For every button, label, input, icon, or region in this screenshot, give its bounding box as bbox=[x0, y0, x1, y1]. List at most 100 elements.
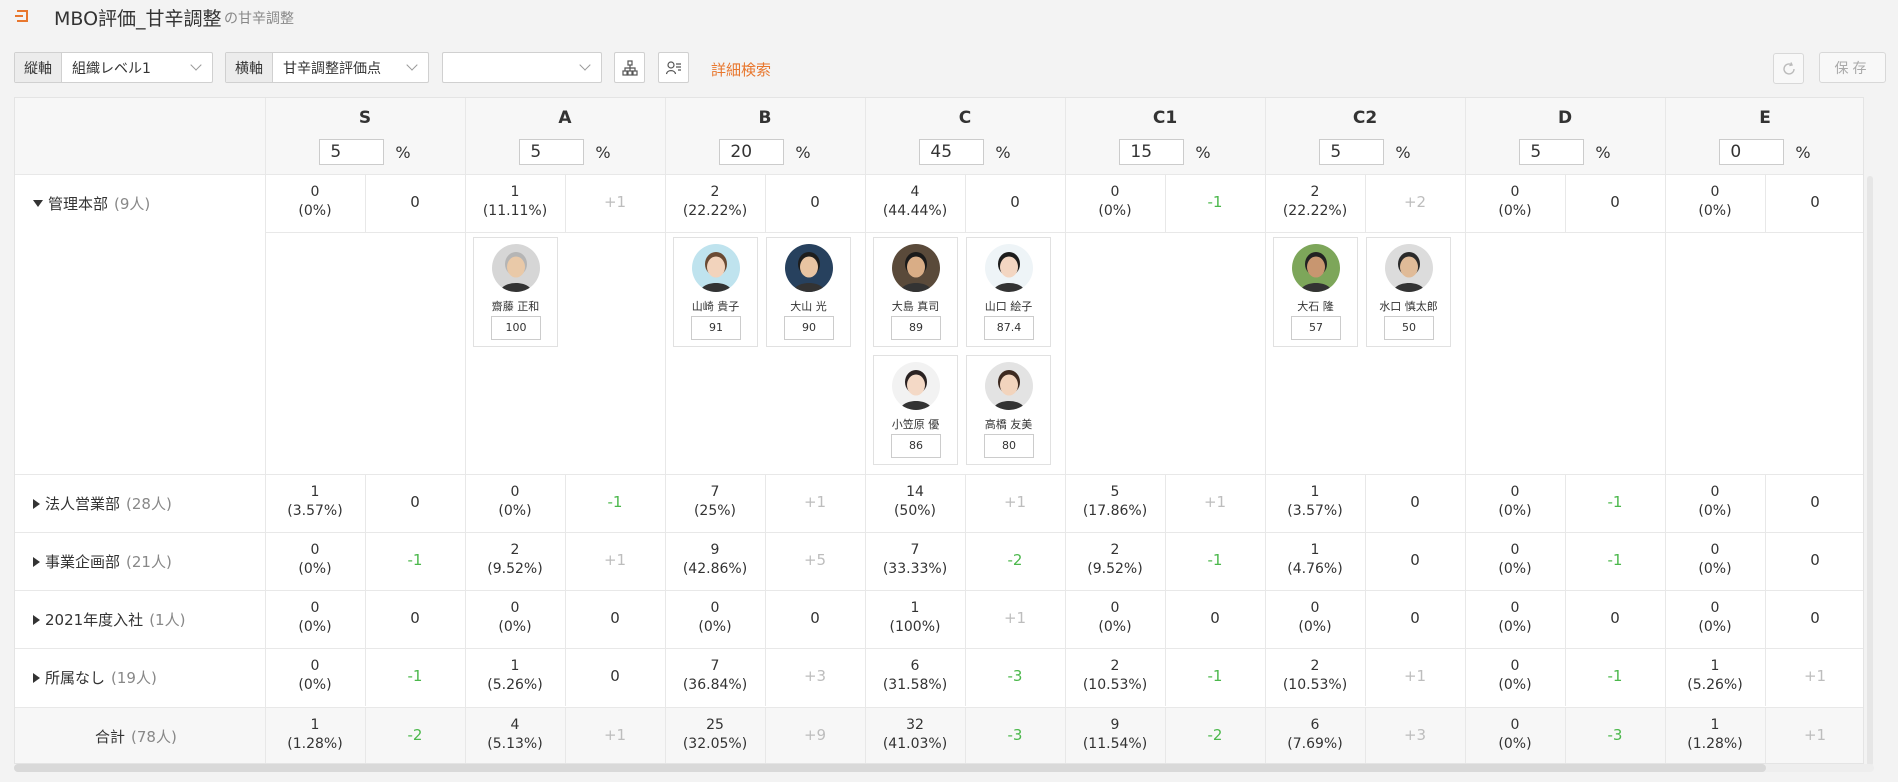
grade-count-percent: (0%) bbox=[1698, 203, 1732, 219]
employee-score[interactable]: 57 bbox=[1291, 316, 1341, 340]
employee-score[interactable]: 87.4 bbox=[984, 316, 1034, 340]
employee-card[interactable]: 大山 光 90 bbox=[766, 237, 851, 347]
grade-count: 4 (5.13%) bbox=[465, 716, 565, 754]
caret-right-icon[interactable] bbox=[33, 498, 40, 509]
row-divider bbox=[15, 707, 1863, 708]
percent-unit: % bbox=[595, 142, 611, 162]
employee-card[interactable]: 大石 隆 57 bbox=[1273, 237, 1358, 347]
total-row-label: 合計 (78人) bbox=[95, 726, 177, 747]
grade-count-value: 32 bbox=[906, 717, 924, 733]
user-list-button[interactable] bbox=[658, 52, 689, 83]
caret-right-icon[interactable] bbox=[33, 672, 40, 683]
org-name: 法人営業部 bbox=[45, 495, 121, 513]
grade-percent-input[interactable]: 5 bbox=[319, 139, 385, 165]
grade-percent-input[interactable]: 5 bbox=[1519, 139, 1585, 165]
grade-diff: +1 bbox=[603, 726, 627, 744]
grade-count-percent: (0%) bbox=[1298, 619, 1332, 635]
grade-count: 1 (5.26%) bbox=[465, 657, 565, 695]
grade-count-value: 6 bbox=[910, 658, 920, 674]
grade-count: 0 (0%) bbox=[1465, 657, 1565, 695]
grade-count-value: 0 bbox=[510, 484, 520, 500]
employee-card[interactable]: 水口 慎太郎 50 bbox=[1366, 237, 1451, 347]
grade-count-value: 2 bbox=[1310, 184, 1320, 200]
grade-count-value: 0 bbox=[1110, 600, 1120, 616]
org-row-label[interactable]: 管理本部 (9人) bbox=[33, 193, 150, 214]
grade-count: 0 (0%) bbox=[1065, 599, 1165, 637]
grade-count-percent: (0%) bbox=[1498, 619, 1532, 635]
row-divider bbox=[15, 174, 1863, 175]
employee-score[interactable]: 89 bbox=[891, 316, 941, 340]
grade-percent-input[interactable]: 5 bbox=[1319, 139, 1385, 165]
employee-card[interactable]: 山口 絵子 87.4 bbox=[966, 237, 1051, 347]
grade-count-percent: (31.58%) bbox=[882, 677, 948, 693]
grade-count: 0 (0%) bbox=[465, 599, 565, 637]
grade-percent-group: 0% bbox=[1665, 139, 1863, 165]
grade-count-value: 0 bbox=[1110, 184, 1120, 200]
employee-name: 小笠原 優 bbox=[891, 418, 940, 431]
grade-diff: 0 bbox=[410, 609, 420, 627]
grade-diff: -1 bbox=[407, 667, 423, 685]
caret-right-icon[interactable] bbox=[33, 556, 40, 567]
employee-score[interactable]: 50 bbox=[1384, 316, 1434, 340]
vertical-scrollbar[interactable] bbox=[1867, 176, 1873, 766]
grade-percent-input[interactable]: 5 bbox=[519, 139, 585, 165]
vertical-axis-label: 縦軸 bbox=[15, 53, 62, 82]
grade-diff: 0 bbox=[1810, 193, 1820, 211]
grade-diff: +3 bbox=[803, 667, 827, 685]
grade-count: 2 (22.22%) bbox=[665, 183, 765, 221]
row-divider bbox=[15, 648, 1863, 649]
org-chart-button[interactable] bbox=[614, 52, 645, 83]
refresh-button[interactable] bbox=[1773, 53, 1804, 84]
grade-diff: -2 bbox=[407, 726, 423, 744]
grade-count-value: 4 bbox=[510, 717, 520, 733]
employee-score[interactable]: 90 bbox=[784, 316, 834, 340]
org-name: 管理本部 bbox=[48, 195, 109, 213]
grade-count-percent: (0%) bbox=[698, 619, 732, 635]
advanced-search-link[interactable]: 詳細検索 bbox=[711, 59, 771, 80]
grade-header: A bbox=[558, 108, 572, 128]
grade-diff: 0 bbox=[1810, 493, 1820, 511]
grade-diff: 0 bbox=[810, 609, 820, 627]
horizontal-axis-select[interactable]: 横軸 甘辛調整評価点 bbox=[225, 52, 429, 83]
grade-diff: 0 bbox=[810, 193, 820, 211]
caret-right-icon[interactable] bbox=[33, 614, 40, 625]
employee-name: 大山 光 bbox=[790, 300, 827, 313]
grade-diff: -3 bbox=[1007, 667, 1023, 685]
caret-down-icon[interactable] bbox=[33, 200, 43, 207]
back-icon[interactable] bbox=[14, 8, 30, 24]
grade-percent-input[interactable]: 0 bbox=[1719, 139, 1785, 165]
grade-count-value: 0 bbox=[1510, 717, 1520, 733]
org-row-label[interactable]: 所属なし (19人) bbox=[33, 667, 157, 688]
employee-score[interactable]: 91 bbox=[691, 316, 741, 340]
employee-score[interactable]: 100 bbox=[491, 316, 541, 340]
employee-card[interactable]: 小笠原 優 86 bbox=[873, 355, 958, 465]
filter-select[interactable] bbox=[442, 52, 602, 83]
horizontal-scrollbar[interactable] bbox=[14, 764, 1766, 772]
employee-score[interactable]: 80 bbox=[984, 434, 1034, 458]
grade-diff: 0 bbox=[610, 667, 620, 685]
employee-name: 齋藤 正和 bbox=[491, 300, 540, 313]
vertical-axis-select[interactable]: 縦軸 組織レベル1 bbox=[14, 52, 213, 83]
save-button[interactable]: 保存 bbox=[1819, 52, 1886, 83]
grade-percent-input[interactable]: 15 bbox=[1119, 139, 1185, 165]
total-member-count: (78人) bbox=[131, 728, 177, 746]
org-row-label[interactable]: 事業企画部 (21人) bbox=[33, 551, 172, 572]
grade-percent-input[interactable]: 45 bbox=[919, 139, 985, 165]
employee-card[interactable]: 大島 真司 89 bbox=[873, 237, 958, 347]
org-row-label[interactable]: 法人営業部 (28人) bbox=[33, 493, 172, 514]
grade-count-value: 0 bbox=[1510, 484, 1520, 500]
grade-diff: +3 bbox=[1403, 726, 1427, 744]
org-row-label[interactable]: 2021年度入社 (1人) bbox=[33, 609, 185, 630]
grade-percent-input[interactable]: 20 bbox=[719, 139, 785, 165]
grade-count-percent: (25%) bbox=[693, 503, 737, 519]
grade-count-value: 5 bbox=[1110, 484, 1120, 500]
grade-count: 2 (10.53%) bbox=[1265, 657, 1365, 695]
evaluation-grid: S 5% A 5% B 20% C 45% C1 15% C2 5% D 5% E 0% 管理本部 (9人) 0 (0… bbox=[14, 97, 1864, 764]
employee-card[interactable]: 山崎 貴子 91 bbox=[673, 237, 758, 347]
employee-score[interactable]: 86 bbox=[891, 434, 941, 458]
grade-count: 0 (0%) bbox=[1465, 541, 1565, 579]
employee-card[interactable]: 齋藤 正和 100 bbox=[473, 237, 558, 347]
grade-diff: -1 bbox=[407, 551, 423, 569]
grade-diff: +1 bbox=[1203, 493, 1227, 511]
employee-card[interactable]: 高橋 友美 80 bbox=[966, 355, 1051, 465]
